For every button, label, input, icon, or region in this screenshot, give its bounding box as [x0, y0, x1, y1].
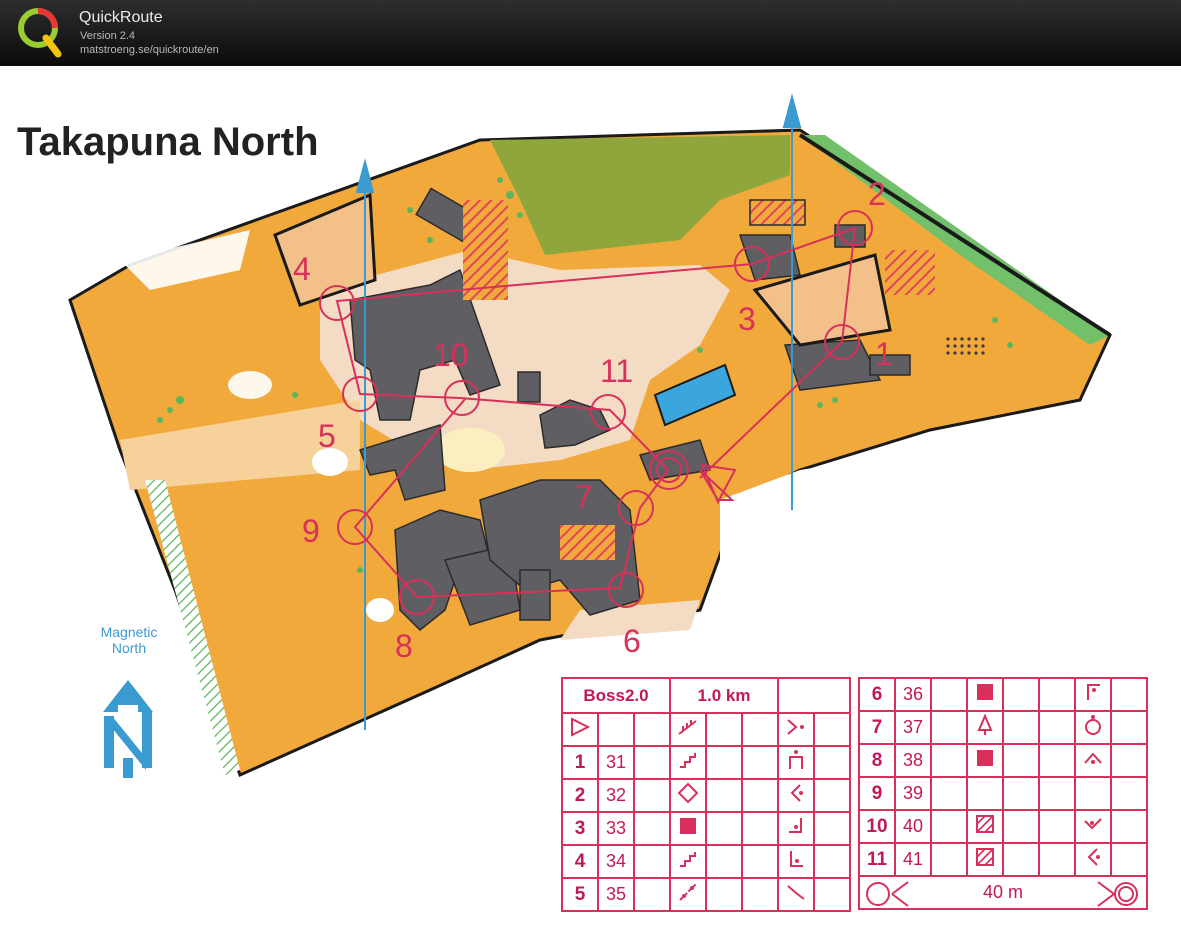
control-row-code: 32 [597, 778, 635, 813]
corner-top-icon [1074, 677, 1112, 712]
square-icon [669, 811, 707, 846]
control-number-7: 7 [575, 479, 593, 515]
course-length: 1.0 km [669, 677, 779, 714]
control-number-5: 5 [318, 418, 336, 454]
control-row-number: 11 [858, 842, 896, 877]
app-name: QuickRoute [79, 9, 163, 26]
control-number-1: 1 [875, 336, 893, 372]
control-description-right: 6 36 7 37 8 38 9 39 10 40 11 41 40 m [858, 677, 1148, 910]
finish-funnel-right-icon [1097, 881, 1138, 907]
control-row-number: 5 [561, 877, 599, 912]
diamond-icon [669, 778, 707, 813]
control-row-code: 37 [894, 710, 932, 745]
control-row-code: 36 [894, 677, 932, 712]
control-row-number: 7 [858, 710, 896, 745]
app-header: QuickRoute Version 2.4 matstroeng.se/qui… [0, 0, 1181, 66]
app-version: Version 2.4 [80, 30, 136, 42]
west-corner-icon [1074, 842, 1112, 877]
map-title: Takapuna North [17, 120, 319, 164]
control-number-3: 3 [738, 301, 756, 337]
control-description-left: Boss2.0 1.0 km 1 31 2 32 3 33 4 34 5 35 [561, 677, 851, 912]
pillar-icon [777, 745, 815, 780]
finish-row: 40 m [858, 875, 1148, 910]
junction-icon [777, 712, 815, 747]
control-row-number: 2 [561, 778, 599, 813]
control-row-number: 1 [561, 745, 599, 780]
hatch-icon [966, 809, 1004, 844]
app-url[interactable]: matstroeng.se/quickroute/en [80, 44, 219, 56]
control-row-code: 41 [894, 842, 932, 877]
steps-icon [669, 844, 707, 879]
ring-icon [1074, 710, 1112, 745]
control-row-number: 6 [858, 677, 896, 712]
control-number-11: 11 [600, 353, 633, 389]
roof-icon [1074, 743, 1112, 778]
control-row-code: 33 [597, 811, 635, 846]
south-corner-icon [777, 844, 815, 879]
start-triangle-icon [561, 712, 599, 747]
check-icon [1074, 809, 1112, 844]
control-number-9: 9 [302, 513, 320, 549]
control-row-number: 3 [561, 811, 599, 846]
east-corner-icon [777, 811, 815, 846]
path-icon [669, 877, 707, 912]
control-number-4: 4 [293, 251, 311, 287]
finish-funnel-left-icon [866, 881, 909, 907]
control-row-number: 9 [858, 776, 896, 811]
control-row-number: 10 [858, 809, 896, 844]
magnetic-north-label-2: North [112, 640, 146, 656]
steps-icon [669, 745, 707, 780]
north-arrow-icon [103, 680, 153, 778]
control-number-10: 10 [433, 337, 469, 373]
bend-icon [777, 877, 815, 912]
square-icon [966, 677, 1004, 712]
map-viewport[interactable]: Takapuna North Magnetic North 1 2 3 4 5 … [0, 66, 1181, 952]
control-row-number: 4 [561, 844, 599, 879]
control-number-6: 6 [623, 623, 641, 659]
square-icon [966, 743, 1004, 778]
control-number-8: 8 [395, 628, 413, 664]
hatch-icon [966, 842, 1004, 877]
control-row-code: 38 [894, 743, 932, 778]
west-corner-icon [777, 778, 815, 813]
control-row-number: 8 [858, 743, 896, 778]
course-name: Boss2.0 [561, 677, 671, 714]
magnetic-north-label-1: Magnetic [101, 624, 158, 640]
quickroute-logo-icon [18, 8, 62, 58]
control-row-code: 39 [894, 776, 932, 811]
control-number-2: 2 [868, 176, 886, 212]
tree-icon [966, 710, 1004, 745]
finish-distance: 40 m [982, 882, 1024, 902]
control-row-code: 31 [597, 745, 635, 780]
control-row-code: 40 [894, 809, 932, 844]
control-row-code: 35 [597, 877, 635, 912]
control-row-code: 34 [597, 844, 635, 879]
cliff-icon [669, 712, 707, 747]
